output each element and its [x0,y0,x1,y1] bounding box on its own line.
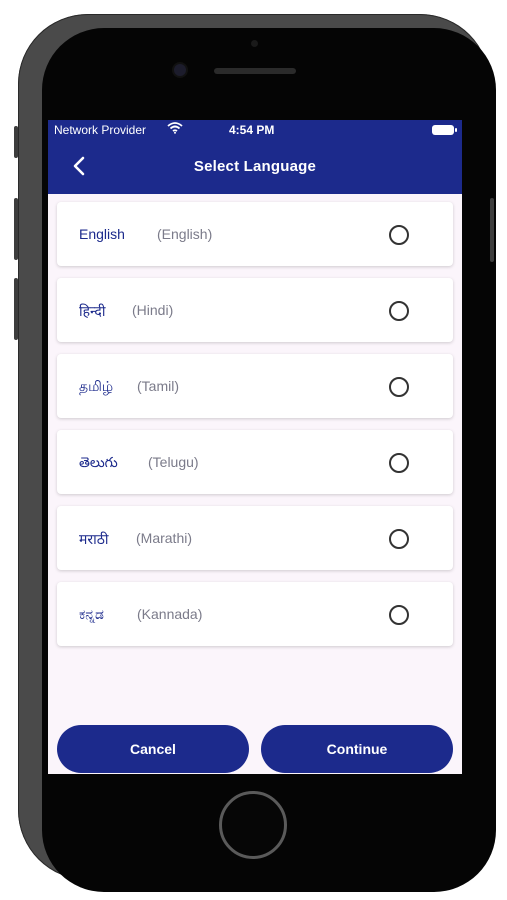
language-english-name: (Tamil) [137,378,179,394]
radio-button[interactable] [389,605,409,625]
language-english-name: (English) [157,226,213,242]
language-native-name: हिन्दी [79,303,106,319]
radio-button[interactable] [389,529,409,549]
continue-button[interactable]: Continue [261,725,453,773]
radio-button[interactable] [389,225,409,245]
status-bar: Network Provider 4:54 PM [48,120,462,142]
language-option-english[interactable]: English (English) [57,202,453,266]
mute-switch [14,126,18,158]
language-native-name: ಕನ್ನಡ [79,606,104,622]
language-native-name: English [79,226,125,242]
radio-button[interactable] [389,453,409,473]
language-option-telugu[interactable]: తెలుగు (Telugu) [57,430,453,494]
cancel-button[interactable]: Cancel [57,725,249,773]
volume-down-button [14,278,18,340]
language-english-name: (Marathi) [136,530,193,546]
language-english-name: (Kannada) [137,606,203,622]
carrier-label: Network Provider [54,123,147,137]
language-option-hindi[interactable]: हिन्दी (Hindi) [57,278,453,342]
page-title: Select Language [193,158,317,175]
screen: Network Provider 4:54 PM Select Language… [48,120,462,774]
language-option-marathi[interactable]: मराठी (Marathi) [57,506,453,570]
radio-button[interactable] [389,377,409,397]
language-native-name: தமிழ் [79,378,114,394]
language-native-name: తెలుగు [79,454,118,470]
volume-up-button [14,198,18,260]
home-button[interactable] [219,791,287,859]
app-bar: Network Provider 4:54 PM Select Language [48,120,462,194]
language-option-tamil[interactable]: தமிழ் (Tamil) [57,354,453,418]
battery-icon [432,125,457,135]
power-button [490,198,494,262]
wifi-icon [167,122,183,137]
language-native-name: मराठी [79,531,109,547]
language-english-name: (Hindi) [132,302,174,318]
earpiece-speaker [214,68,296,74]
front-camera [174,64,186,76]
proximity-sensor [251,40,258,47]
status-time: 4:54 PM [229,123,275,137]
language-english-name: (Telugu) [148,454,199,470]
radio-button[interactable] [389,301,409,321]
language-option-kannada[interactable]: ಕನ್ನಡ (Kannada) [57,582,453,646]
